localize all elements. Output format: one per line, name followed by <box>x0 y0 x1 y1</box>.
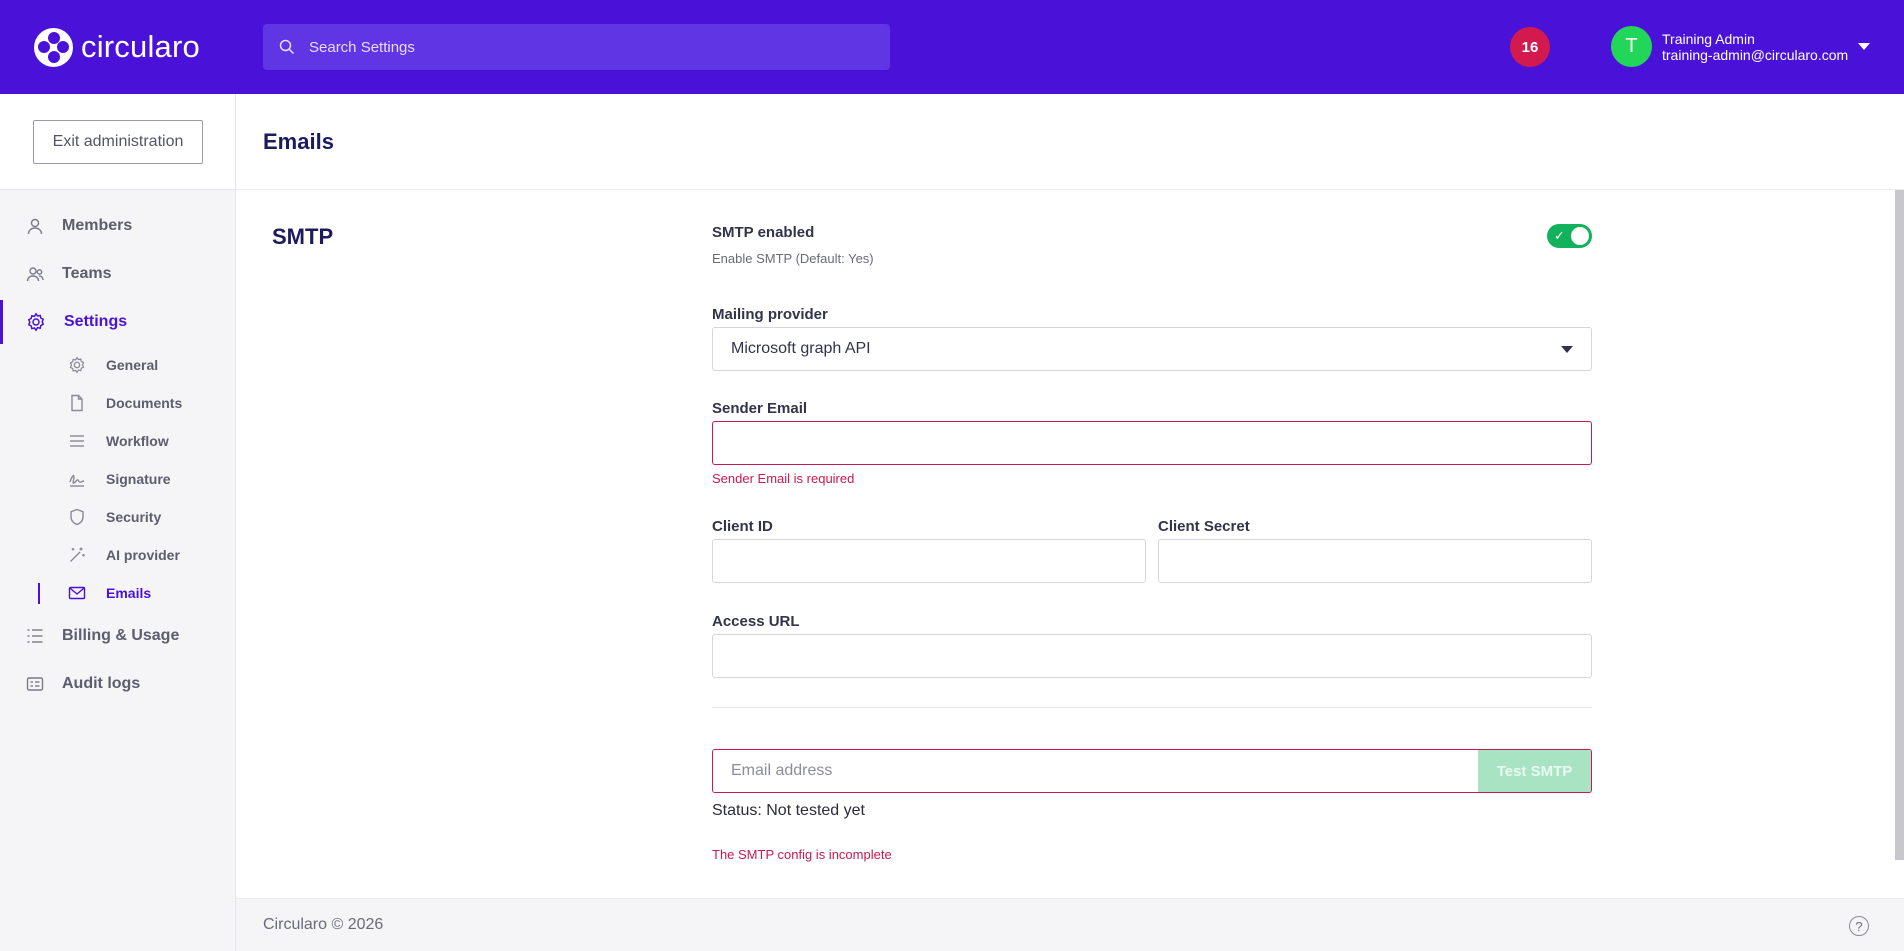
test-smtp-button[interactable]: Test SMTP <box>1478 750 1591 792</box>
client-id-input[interactable] <box>712 539 1146 583</box>
footer: Circularo © 2026 ? <box>236 898 1904 951</box>
sidebar-item-billing-usage[interactable]: Billing & Usage <box>0 612 235 660</box>
sidebar-subitem-label: General <box>106 357 159 373</box>
document-icon <box>71 394 83 412</box>
top-bar: circularo 16 T Training Admin training-a… <box>0 0 1904 94</box>
sidebar-subitem-documents[interactable]: Documents <box>0 384 235 422</box>
client-secret-input[interactable] <box>1158 539 1592 583</box>
exit-area: Exit administration <box>0 94 235 190</box>
smtp-enabled-hint: Enable SMTP (Default: Yes) <box>712 251 874 266</box>
gear-icon <box>69 356 85 374</box>
smtp-enabled-label: SMTP enabled <box>712 224 815 241</box>
log-icon <box>26 677 44 691</box>
sidebar-item-label: Settings <box>64 313 128 330</box>
access-url-label: Access URL <box>712 613 800 630</box>
smtp-enabled-toggle[interactable]: ✓ <box>1547 224 1592 248</box>
list-icon <box>27 629 43 643</box>
test-smtp-row: Test SMTP <box>712 749 1592 793</box>
client-secret-field: Client Secret <box>1158 518 1592 583</box>
settings-submenu: General Documents Workflow Signature Sec… <box>0 346 235 612</box>
sidebar-subitem-ai-provider[interactable]: AI provider <box>0 536 235 574</box>
chevron-down-icon <box>1561 345 1573 353</box>
person-icon <box>27 218 43 235</box>
notification-badge[interactable]: 16 <box>1510 27 1550 67</box>
logo[interactable]: circularo <box>34 27 200 67</box>
help-icon[interactable]: ? <box>1849 916 1869 936</box>
mailing-provider-value: Microsoft graph API <box>731 340 871 357</box>
sender-email-input[interactable] <box>712 421 1592 465</box>
main-content: Emails SMTP SMTP enabled Enable SMTP (De… <box>236 94 1904 951</box>
sidebar-item-audit-logs[interactable]: Audit logs <box>0 660 235 708</box>
search-input[interactable] <box>309 38 869 56</box>
smtp-config-error: The SMTP config is incomplete <box>712 847 892 862</box>
sidebar-subitem-general[interactable]: General <box>0 346 235 384</box>
sidebar-subitem-signature[interactable]: Signature <box>0 460 235 498</box>
sidebar-subitem-label: Workflow <box>106 433 169 449</box>
avatar: T <box>1611 26 1652 67</box>
signature-icon <box>69 474 85 487</box>
sidebar-subitem-label: Emails <box>106 585 152 601</box>
sidebar-item-settings[interactable]: Settings <box>0 298 235 346</box>
smtp-enabled-field: SMTP enabled Enable SMTP (Default: Yes) … <box>712 224 1592 266</box>
access-url-field: Access URL <box>712 613 1592 678</box>
exit-administration-button[interactable]: Exit administration <box>33 119 203 164</box>
toggle-knob <box>1571 227 1589 245</box>
logo-mark-icon <box>34 27 73 67</box>
user-menu[interactable]: T Training Admin training-admin@circular… <box>1611 26 1871 67</box>
page-header: Emails <box>236 94 1904 190</box>
mailing-provider-label: Mailing provider <box>712 306 828 323</box>
sender-email-error: Sender Email is required <box>712 471 855 486</box>
mailing-provider-select[interactable]: Microsoft graph API <box>712 327 1592 371</box>
envelope-icon <box>68 586 86 600</box>
sidebar-item-members[interactable]: Members <box>0 202 235 250</box>
sender-email-label: Sender Email <box>712 400 808 417</box>
sidebar-item-label: Audit logs <box>62 675 141 692</box>
gear-icon <box>27 312 45 332</box>
smtp-status: Status: Not tested yet <box>712 802 865 819</box>
user-email: training-admin@circularo.com <box>1662 46 1849 63</box>
user-name: Training Admin <box>1662 30 1755 47</box>
divider <box>712 707 1592 708</box>
sidebar-subitem-emails[interactable]: Emails <box>0 574 235 612</box>
sidebar-item-label: Teams <box>62 265 112 282</box>
search-box[interactable] <box>263 24 890 70</box>
sidebar-item-label: Members <box>62 217 133 234</box>
search-icon <box>279 39 295 55</box>
sidebar-item-teams[interactable]: Teams <box>0 250 235 298</box>
client-id-label: Client ID <box>712 518 773 535</box>
copyright: Circularo © 2026 <box>263 916 384 933</box>
sidebar-nav: Members Teams Settings General Documents… <box>0 190 235 708</box>
people-icon <box>26 267 44 282</box>
magic-wand-icon <box>70 547 85 562</box>
sidebar-subitem-label: AI provider <box>106 547 180 563</box>
logo-text: circularo <box>81 29 200 64</box>
page-title: Emails <box>263 128 334 154</box>
sidebar-subitem-label: Security <box>106 509 162 525</box>
mailing-provider-field: Mailing provider Microsoft graph API <box>712 306 1592 371</box>
sender-email-field: Sender Email Sender Email is required <box>712 400 1592 486</box>
client-id-field: Client ID <box>712 518 1146 583</box>
user-info: Training Admin training-admin@circularo.… <box>1662 31 1848 63</box>
sidebar-subitem-security[interactable]: Security <box>0 498 235 536</box>
sidebar-subitem-label: Signature <box>106 471 171 487</box>
sidebar-subitem-label: Documents <box>106 395 183 411</box>
sidebar-subitem-workflow[interactable]: Workflow <box>0 422 235 460</box>
test-email-input[interactable] <box>713 750 1478 792</box>
shield-icon <box>70 508 84 526</box>
client-secret-label: Client Secret <box>1158 518 1250 535</box>
access-url-input[interactable] <box>712 634 1592 678</box>
chevron-down-icon[interactable] <box>1858 43 1871 50</box>
section-title: SMTP <box>272 224 334 249</box>
sidebar: Exit administration Members Teams Settin… <box>0 94 236 951</box>
workflow-icon <box>70 435 84 447</box>
check-icon: ✓ <box>1554 228 1565 243</box>
scrollbar[interactable] <box>1895 190 1904 860</box>
sidebar-item-label: Billing & Usage <box>62 627 180 644</box>
